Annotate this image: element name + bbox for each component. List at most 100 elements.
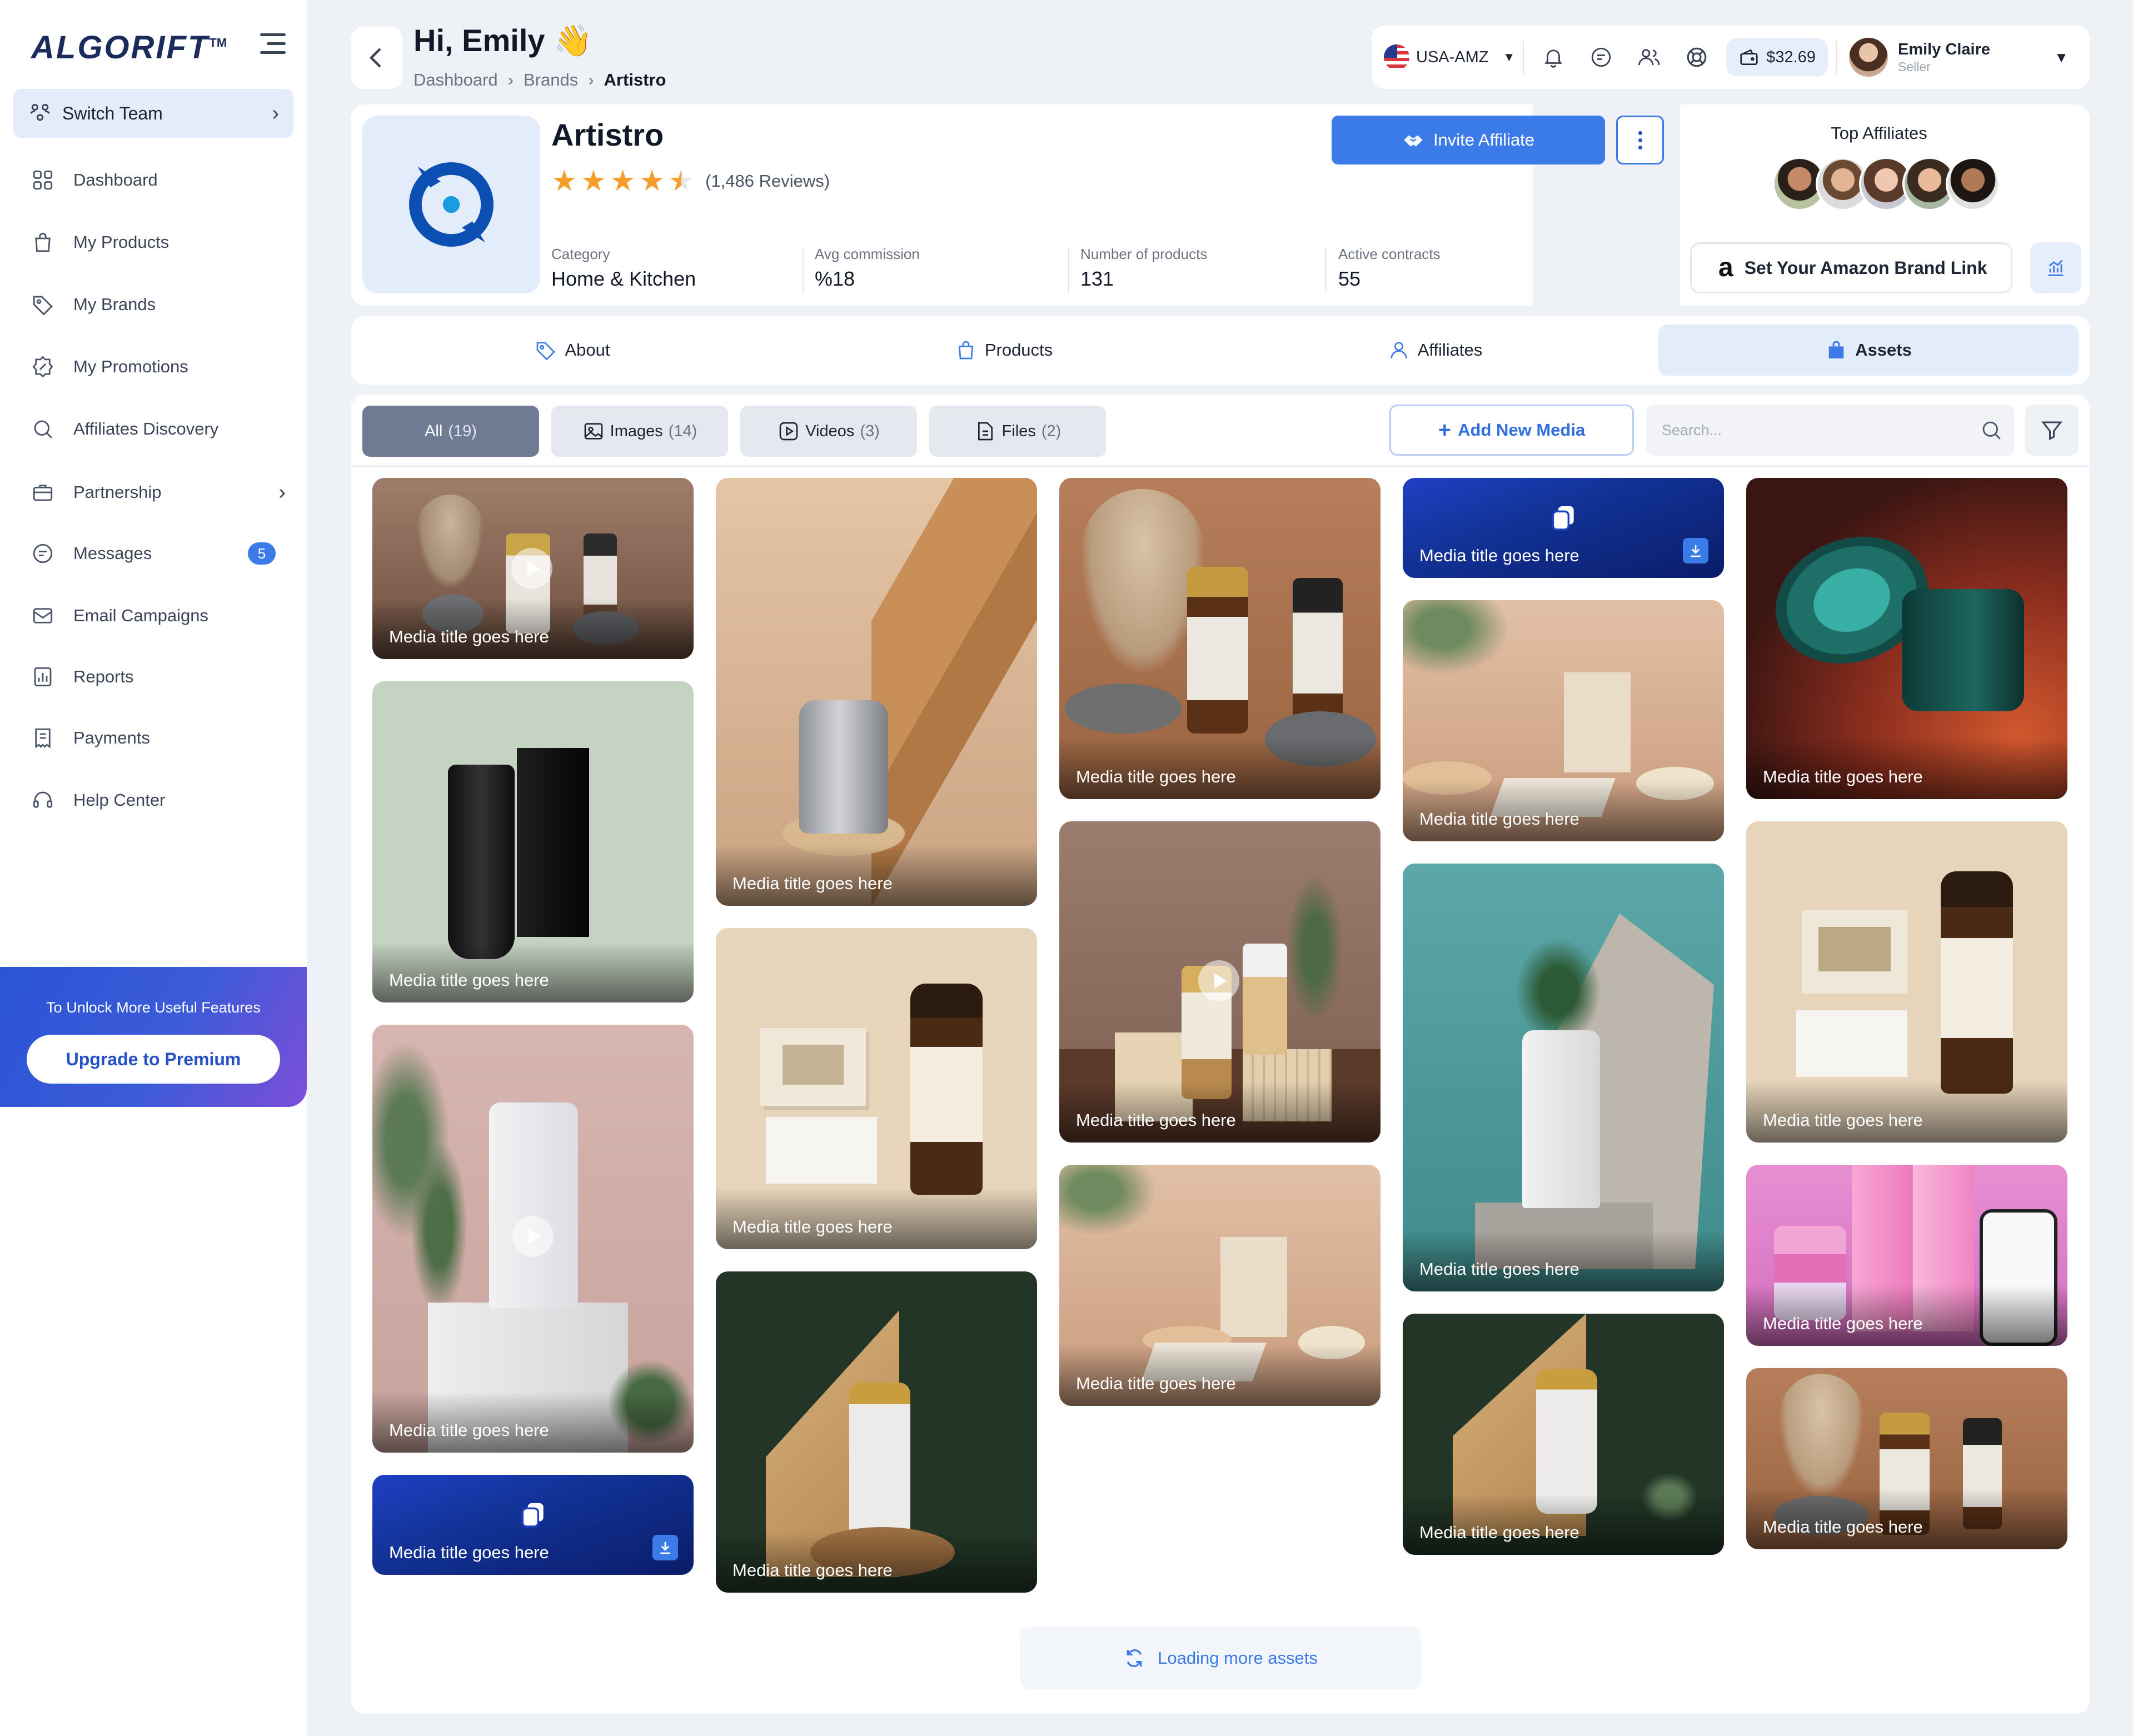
wallet-amount: $32.69 bbox=[1766, 48, 1816, 66]
page-greeting: Hi, Emily 👋 bbox=[413, 23, 592, 58]
search-input[interactable] bbox=[1662, 421, 1980, 439]
divider bbox=[1835, 41, 1837, 74]
amazon-brand-link-button[interactable]: a Set Your Amazon Brand Link bbox=[1690, 242, 2012, 293]
support-lifebuoy-icon[interactable] bbox=[1681, 41, 1713, 73]
tab-assets[interactable]: Assets bbox=[1658, 325, 2079, 376]
back-button[interactable] bbox=[351, 27, 402, 89]
sidebar-item-partnership[interactable]: Partnership › bbox=[30, 475, 286, 510]
stat-label: Category bbox=[551, 246, 610, 262]
tab-products[interactable]: Products bbox=[794, 325, 1214, 376]
users-icon[interactable] bbox=[1633, 41, 1665, 73]
filter-funnel-icon[interactable] bbox=[2025, 405, 2079, 456]
stat-label: Active contracts bbox=[1338, 246, 1441, 262]
user-info[interactable]: Emily Claire Seller bbox=[1898, 40, 1990, 74]
more-options-icon[interactable] bbox=[1616, 116, 1664, 164]
menu-toggle-icon[interactable] bbox=[260, 33, 286, 56]
media-card-image[interactable]: Media title goes here bbox=[1403, 864, 1724, 1291]
upgrade-card: To Unlock More Useful Features Upgrade t… bbox=[0, 967, 307, 1107]
media-title: Media title goes here bbox=[389, 1543, 549, 1562]
caret-down-icon[interactable]: ▼ bbox=[2054, 49, 2069, 66]
sidebar-item-my-brands[interactable]: My Brands bbox=[30, 287, 286, 322]
analytics-icon[interactable] bbox=[2030, 242, 2081, 293]
sidebar-item-email-campaigns[interactable]: Email Campaigns bbox=[30, 598, 286, 633]
sidebar-item-my-promotions[interactable]: My Promotions bbox=[30, 349, 286, 385]
media-card-image[interactable]: Media title goes here bbox=[372, 681, 694, 1002]
filter-images[interactable]: Images (14) bbox=[551, 406, 728, 457]
user-role: Seller bbox=[1897, 59, 1931, 74]
chevron-right-icon: › bbox=[278, 480, 286, 504]
filter-files[interactable]: Files (2) bbox=[929, 406, 1106, 457]
play-icon[interactable] bbox=[512, 1216, 554, 1257]
handshake-icon bbox=[1404, 135, 1423, 147]
media-title: Media title goes here bbox=[1076, 1110, 1236, 1130]
sidebar-item-label: My Brands bbox=[73, 295, 156, 314]
brand-tabs: About Products Affiliates Assets bbox=[351, 316, 2090, 385]
media-title: Media title goes here bbox=[1076, 1374, 1236, 1393]
media-card-file[interactable]: Media title goes here bbox=[372, 1475, 694, 1575]
copy-file-icon bbox=[1552, 506, 1574, 531]
media-card-image[interactable]: Media title goes here bbox=[1746, 478, 2067, 799]
breadcrumb: Dashboard › Brands › Artistro bbox=[413, 70, 666, 90]
media-card-image[interactable]: Media title goes here bbox=[1746, 1368, 2067, 1549]
media-card-video[interactable]: Media title goes here bbox=[372, 478, 694, 659]
media-card-image[interactable]: Media title goes here bbox=[1746, 1165, 2067, 1346]
sidebar-item-label: Affiliates Discovery bbox=[73, 419, 219, 438]
media-card-image[interactable]: Media title goes here bbox=[1746, 821, 2067, 1143]
app-logo[interactable]: ALGORIFTTM bbox=[31, 29, 227, 66]
sidebar-item-affiliates-discovery[interactable]: Affiliates Discovery bbox=[30, 411, 286, 447]
sidebar-item-dashboard[interactable]: Dashboard bbox=[30, 162, 286, 198]
download-icon[interactable] bbox=[1683, 538, 1708, 563]
tab-about[interactable]: About bbox=[362, 325, 783, 376]
star-icon: ★ bbox=[551, 165, 577, 197]
media-card-image[interactable]: Media title goes here bbox=[1059, 1165, 1381, 1406]
filter-all[interactable]: All (19) bbox=[362, 406, 539, 457]
filter-label: Files bbox=[1001, 422, 1036, 440]
download-icon[interactable] bbox=[652, 1535, 678, 1560]
media-card-video[interactable]: Media title goes here bbox=[1059, 821, 1381, 1143]
media-card-image[interactable]: Media title goes here bbox=[716, 478, 1037, 906]
media-title: Media title goes here bbox=[1763, 1110, 1923, 1130]
briefcase-icon bbox=[30, 480, 56, 505]
bell-icon[interactable] bbox=[1537, 41, 1569, 73]
brand-logo bbox=[362, 116, 540, 293]
filter-videos[interactable]: Videos (3) bbox=[740, 406, 917, 457]
tab-affiliates[interactable]: Affiliates bbox=[1225, 325, 1645, 376]
sidebar-item-reports[interactable]: Reports bbox=[30, 659, 286, 695]
breadcrumb-brands[interactable]: Brands bbox=[524, 70, 578, 90]
breadcrumb-dashboard[interactable]: Dashboard bbox=[413, 70, 498, 90]
sidebar-item-my-products[interactable]: My Products bbox=[30, 225, 286, 260]
caret-down-icon: ▼ bbox=[1503, 50, 1516, 64]
sidebar-item-messages[interactable]: Messages 5 bbox=[30, 536, 286, 571]
chat-icon[interactable] bbox=[1585, 41, 1617, 73]
sidebar-item-label: Dashboard bbox=[73, 170, 158, 189]
tab-label: Products bbox=[984, 340, 1053, 360]
media-card-image[interactable]: Media title goes here bbox=[1059, 478, 1381, 799]
loading-more-assets[interactable]: Loading more assets bbox=[1020, 1627, 1421, 1689]
media-card-image[interactable]: Media title goes here bbox=[1403, 600, 1724, 841]
sidebar-item-help-center[interactable]: Help Center bbox=[30, 782, 286, 818]
media-card-file[interactable]: Media title goes here bbox=[1403, 478, 1724, 578]
upgrade-text: To Unlock More Useful Features bbox=[46, 999, 261, 1016]
tab-label: Affiliates bbox=[1417, 340, 1483, 360]
sidebar-item-payments[interactable]: Payments bbox=[30, 720, 286, 756]
user-avatar[interactable] bbox=[1848, 38, 1888, 77]
review-count[interactable]: (1,486 Reviews) bbox=[705, 171, 830, 191]
add-new-media-label: Add New Media bbox=[1458, 420, 1586, 440]
wallet-balance[interactable]: $32.69 bbox=[1726, 38, 1828, 76]
media-card-image[interactable]: Media title goes here bbox=[716, 928, 1037, 1249]
market-selector[interactable]: USA-AMZ ▼ bbox=[1384, 44, 1515, 70]
avatar[interactable] bbox=[1946, 157, 2000, 211]
invite-affiliate-button[interactable]: Invite Affiliate bbox=[1332, 116, 1605, 164]
media-card-image[interactable]: Media title goes here bbox=[716, 1271, 1037, 1593]
media-card-image[interactable]: Media title goes here bbox=[1403, 1314, 1724, 1555]
media-card-video[interactable]: Media title goes here bbox=[372, 1025, 694, 1453]
search-icon[interactable] bbox=[1980, 418, 2003, 442]
chevron-left-icon bbox=[369, 48, 381, 68]
switch-team-button[interactable]: Switch Team › bbox=[13, 89, 293, 138]
brand-summary-card: Artistro ★ ★ ★ ★ ★ (1,486 Reviews) Categ… bbox=[351, 104, 1664, 306]
add-new-media-button[interactable]: + Add New Media bbox=[1389, 405, 1634, 456]
upgrade-button[interactable]: Upgrade to Premium bbox=[27, 1035, 280, 1084]
play-icon[interactable] bbox=[511, 548, 552, 589]
top-affiliates-avatars bbox=[1772, 157, 2000, 211]
play-icon[interactable] bbox=[1198, 960, 1239, 1001]
